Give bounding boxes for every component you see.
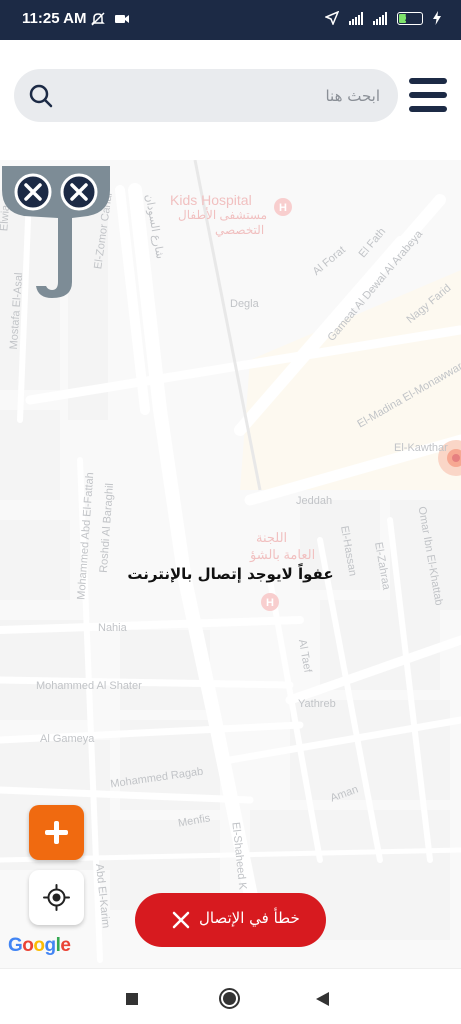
no-connection-owl-icon <box>2 166 110 298</box>
menu-bar <box>409 78 447 84</box>
close-icon[interactable] <box>171 907 191 933</box>
toast-message: خطأ في الإتصال <box>199 909 300 927</box>
location-arrow-icon <box>325 11 339 25</box>
menu-button[interactable] <box>409 78 447 112</box>
connection-error-toast[interactable]: خطأ في الإتصال <box>135 893 326 947</box>
status-left-icons <box>90 11 130 27</box>
google-attribution-logo[interactable]: Google <box>8 935 71 957</box>
add-button[interactable] <box>29 805 84 860</box>
mute-icon <box>91 12 105 26</box>
signal-icon <box>349 11 363 25</box>
crosshair-location-icon <box>43 884 70 911</box>
video-icon <box>115 15 129 23</box>
no-connection-message: عفواً لايوجد إتصال بالإنترنت <box>127 565 334 583</box>
charging-icon <box>433 11 441 25</box>
back-button[interactable] <box>316 992 329 1006</box>
signal-icon <box>373 11 387 25</box>
top-bar <box>0 40 461 160</box>
status-time: 11:25 AM <box>22 10 87 27</box>
search-icon[interactable] <box>28 83 54 109</box>
menu-bar <box>409 92 447 98</box>
status-bar: 11:25 AM 29 <box>0 0 461 40</box>
battery-icon: 29 <box>397 11 423 25</box>
menu-bar <box>409 106 447 112</box>
map-view[interactable]: H H Kids Hospital مستشفى الأطفال التخصصي… <box>0 160 461 968</box>
battery-level: 29 <box>404 12 415 23</box>
search-bar[interactable] <box>14 69 398 122</box>
status-right-icons: 29 <box>325 11 441 25</box>
search-input[interactable] <box>74 69 384 122</box>
home-button[interactable] <box>219 988 240 1009</box>
recent-apps-button[interactable] <box>126 993 138 1005</box>
my-location-button[interactable] <box>29 870 84 925</box>
system-nav-bar <box>0 968 461 1024</box>
